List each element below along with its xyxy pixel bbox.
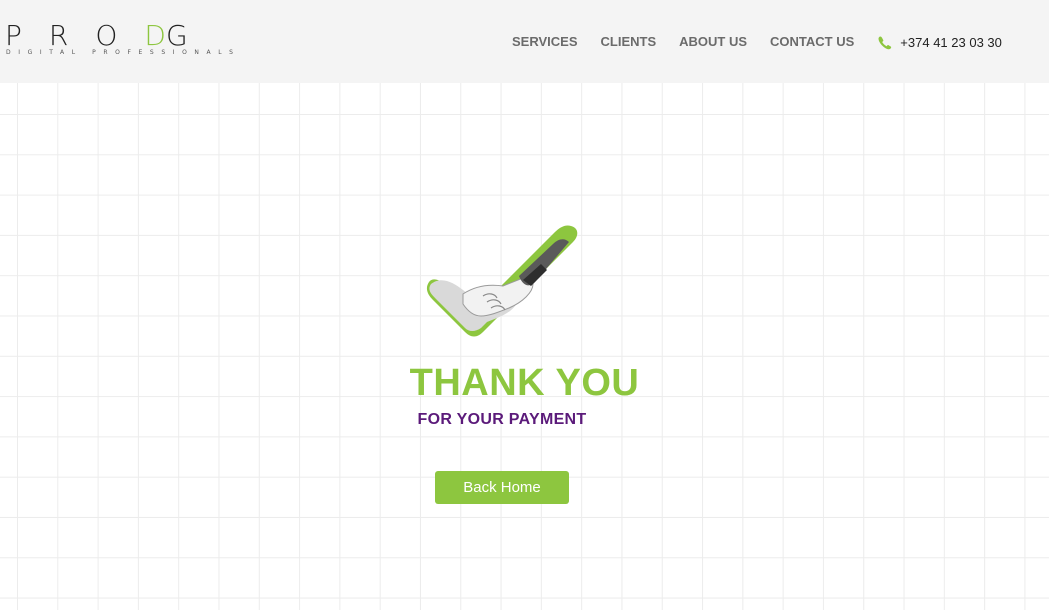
site-header: PRODG DIGITAL PROFESSIONALS SERVICES CLI… <box>0 0 1049 83</box>
back-home-button[interactable]: Back Home <box>435 471 569 504</box>
nav-item-clients[interactable]: CLIENTS <box>601 34 657 50</box>
phone-link[interactable]: +374 41 23 03 30 <box>877 33 1002 51</box>
nav-item-contact-us[interactable]: CONTACT US <box>770 34 854 50</box>
logo-subtitle: DIGITAL PROFESSIONALS <box>6 49 241 56</box>
main-nav: SERVICES CLIENTS ABOUT US CONTACT US +37… <box>512 33 1002 51</box>
site-logo[interactable]: PRODG DIGITAL PROFESSIONALS <box>5 22 233 60</box>
phone-number: +374 41 23 03 30 <box>900 34 1002 50</box>
logo-letters: PRO <box>5 19 145 52</box>
nav-item-about-us[interactable]: ABOUT US <box>679 34 747 50</box>
page: PRODG DIGITAL PROFESSIONALS SERVICES CLI… <box>0 0 1049 610</box>
payment-subtitle: FOR YOUR PAYMENT <box>417 411 587 428</box>
logo-accent-letter: D <box>144 19 166 52</box>
handshake-checkmark-icon <box>423 218 583 343</box>
logo-wordmark: PRODG <box>5 22 188 50</box>
thank-you-title: THANK YOU <box>409 362 640 404</box>
nav-item-services[interactable]: SERVICES <box>512 34 578 50</box>
grid-background <box>0 83 1049 610</box>
phone-icon <box>877 35 893 51</box>
logo-last-letter: G <box>165 19 188 52</box>
